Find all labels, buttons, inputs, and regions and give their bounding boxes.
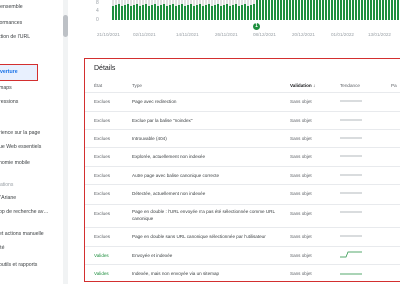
x-tick: 01/01/2022	[331, 32, 354, 37]
trend-sparkline	[340, 174, 362, 176]
sidebar-section-heading: ations	[0, 182, 14, 188]
row-status: Exclues	[94, 99, 111, 104]
sort-arrow-icon: ↓	[312, 83, 316, 88]
table-row[interactable]: Exclues Page avec redirection Sans objet	[85, 92, 400, 111]
table-row[interactable]: Exclues Page en double sans URL canonique…	[85, 227, 400, 246]
table-row[interactable]: Valides Indexée, mais non envoyée via un …	[85, 264, 400, 283]
trend-sparkline	[340, 211, 362, 213]
column-header-status[interactable]: État	[94, 83, 102, 88]
row-type: Page avec redirection	[132, 99, 177, 104]
details-card: Détails État Type Validation ↓ Tendance …	[84, 58, 400, 282]
table-row[interactable]: Exclues Exclue par la balise "noindex" San…	[85, 111, 400, 129]
sidebar-item[interactable]: l'Ariane	[0, 195, 16, 202]
row-validation: Sans objet	[290, 154, 312, 159]
row-type: Page en double sans URL canonique sélect…	[132, 234, 266, 239]
sidebar-scrollbar-thumb[interactable]	[63, 15, 68, 37]
trend-sparkline	[340, 119, 362, 121]
y-tick: 8	[96, 0, 99, 6]
x-tick: 20/12/2021	[292, 32, 315, 37]
row-type: Autre page avec balise canonique correct…	[132, 173, 220, 178]
x-tick: 02/11/2021	[133, 32, 156, 37]
x-tick: 14/11/2021	[176, 32, 199, 37]
sidebar-item[interactable]: op de recherche av…	[0, 209, 49, 216]
sidebar-item[interactable]: ue Web essentiels	[0, 144, 41, 151]
row-validation: Sans objet	[290, 253, 312, 258]
sidebar-scrollbar[interactable]	[63, 0, 68, 284]
trend-sparkline	[340, 251, 362, 258]
row-validation: Sans objet	[290, 99, 312, 104]
row-validation: Sans objet	[290, 234, 312, 239]
trend-sparkline	[340, 100, 362, 102]
column-header-pages[interactable]: Pa	[391, 83, 397, 88]
sidebar-item[interactable]: ité	[0, 245, 4, 252]
table-row[interactable]: Valides Envoyée et indexée Sans objet	[85, 246, 400, 264]
sidebar-item[interactable]: ction de l'URL	[0, 34, 30, 41]
row-validation: Sans objet	[290, 271, 312, 276]
row-status: Exclues	[94, 173, 111, 178]
row-validation: Sans objet	[290, 118, 312, 123]
sidebar: l'ensemble formances ction de l'URL verture…	[0, 0, 64, 284]
row-type: Envoyée et indexée	[132, 253, 173, 258]
details-title: Détails	[94, 65, 116, 72]
y-tick: 0	[96, 17, 99, 23]
trend-sparkline	[340, 235, 362, 237]
column-header-validation[interactable]: Validation ↓	[290, 83, 315, 88]
table-row[interactable]: Exclues Détectée, actuellement non indexé…	[85, 184, 400, 204]
table-row[interactable]: Exclues Page en double : l'URL envoyée n'…	[85, 204, 400, 227]
x-tick: 08/12/2021	[253, 32, 276, 37]
x-tick: 26/11/2021	[215, 32, 238, 37]
row-validation: Sans objet	[290, 173, 312, 178]
row-status: Valides	[94, 271, 109, 276]
trend-sparkline	[340, 273, 362, 275]
trend-sparkline	[340, 192, 362, 194]
x-tick: 21/10/2021	[97, 32, 120, 37]
row-type: Page en double : l'URL envoyée n'a pas é…	[132, 209, 275, 221]
sidebar-item[interactable]: nomie mobile	[0, 160, 30, 167]
chart-bar	[397, 0, 400, 20]
table-row[interactable]: Exclues Introuvable (404) Sans objet	[85, 129, 400, 147]
column-header-type[interactable]: Type	[132, 83, 142, 88]
row-status: Exclues	[94, 191, 111, 196]
row-validation: Sans objet	[290, 191, 312, 196]
table-row[interactable]: Exclues Explorée, actuellement non indexé…	[85, 147, 400, 166]
chart-bars	[112, 0, 400, 20]
row-type: Indexée, mais non envoyée via un sitemap	[132, 271, 220, 276]
row-type: Explorée, actuellement non indexée	[132, 154, 206, 159]
row-status: Valides	[94, 253, 109, 258]
row-status: Exclues	[94, 154, 111, 159]
row-status: Exclues	[94, 234, 111, 239]
sidebar-item[interactable]: ressions	[0, 99, 18, 106]
y-tick: 4	[96, 8, 99, 14]
sidebar-item[interactable]: formances	[0, 20, 22, 27]
trend-sparkline	[340, 137, 362, 139]
annotation-marker[interactable]: 1	[253, 23, 260, 30]
sidebar-item[interactable]: rience sur la page	[0, 130, 40, 137]
row-type: Exclue par la balise "noindex"	[132, 118, 193, 123]
trend-sparkline	[340, 155, 362, 157]
row-validation: Sans objet	[290, 211, 312, 216]
table-row[interactable]: Exclues Autre page avec balise canonique …	[85, 166, 400, 184]
row-status: Exclues	[94, 211, 111, 216]
row-status: Exclues	[94, 136, 111, 141]
sidebar-item[interactable]: outils et rapports	[0, 262, 37, 269]
row-type: Détectée, actuellement non indexée	[132, 191, 206, 196]
row-status: Exclues	[94, 118, 111, 123]
sidebar-item[interactable]: et actions manuelle	[0, 231, 44, 238]
sidebar-item[interactable]: maps	[0, 85, 12, 92]
row-type: Introuvable (404)	[132, 136, 167, 141]
column-header-trend[interactable]: Tendance	[340, 83, 360, 88]
sidebar-item-coverage[interactable]: verture	[0, 64, 38, 81]
sidebar-item[interactable]: l'ensemble	[0, 4, 23, 11]
row-validation: Sans objet	[290, 136, 312, 141]
x-tick: 13/01/2022	[368, 32, 391, 37]
